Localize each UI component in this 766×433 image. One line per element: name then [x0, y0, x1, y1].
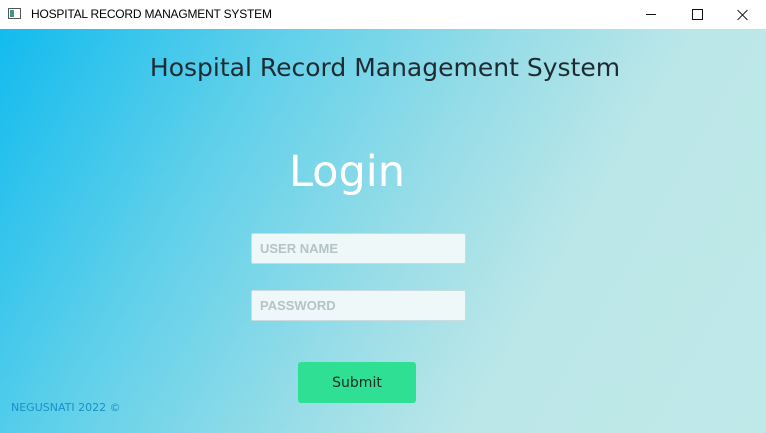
maximize-button[interactable]: [674, 0, 720, 29]
close-button[interactable]: [720, 0, 766, 29]
minimize-icon: [646, 14, 656, 15]
app-window-icon: [8, 8, 21, 19]
page-title: Hospital Record Management System: [149, 53, 621, 82]
title-bar[interactable]: HOSPITAL RECORD MANAGMENT SYSTEM: [0, 0, 766, 29]
login-heading: Login: [288, 147, 405, 197]
app-window: HOSPITAL RECORD MANAGMENT SYSTEM Hospita…: [0, 0, 766, 433]
maximize-icon: [691, 9, 703, 20]
password-input[interactable]: [251, 290, 466, 321]
window-title: HOSPITAL RECORD MANAGMENT SYSTEM: [31, 7, 272, 21]
close-icon: [737, 9, 749, 21]
minimize-button[interactable]: [628, 0, 674, 29]
footer-copyright: NEGUSNATI 2022 ©: [11, 401, 121, 414]
username-input[interactable]: [251, 233, 466, 264]
submit-button[interactable]: Submit: [298, 362, 416, 403]
login-panel: Hospital Record Management System Login …: [0, 29, 766, 433]
